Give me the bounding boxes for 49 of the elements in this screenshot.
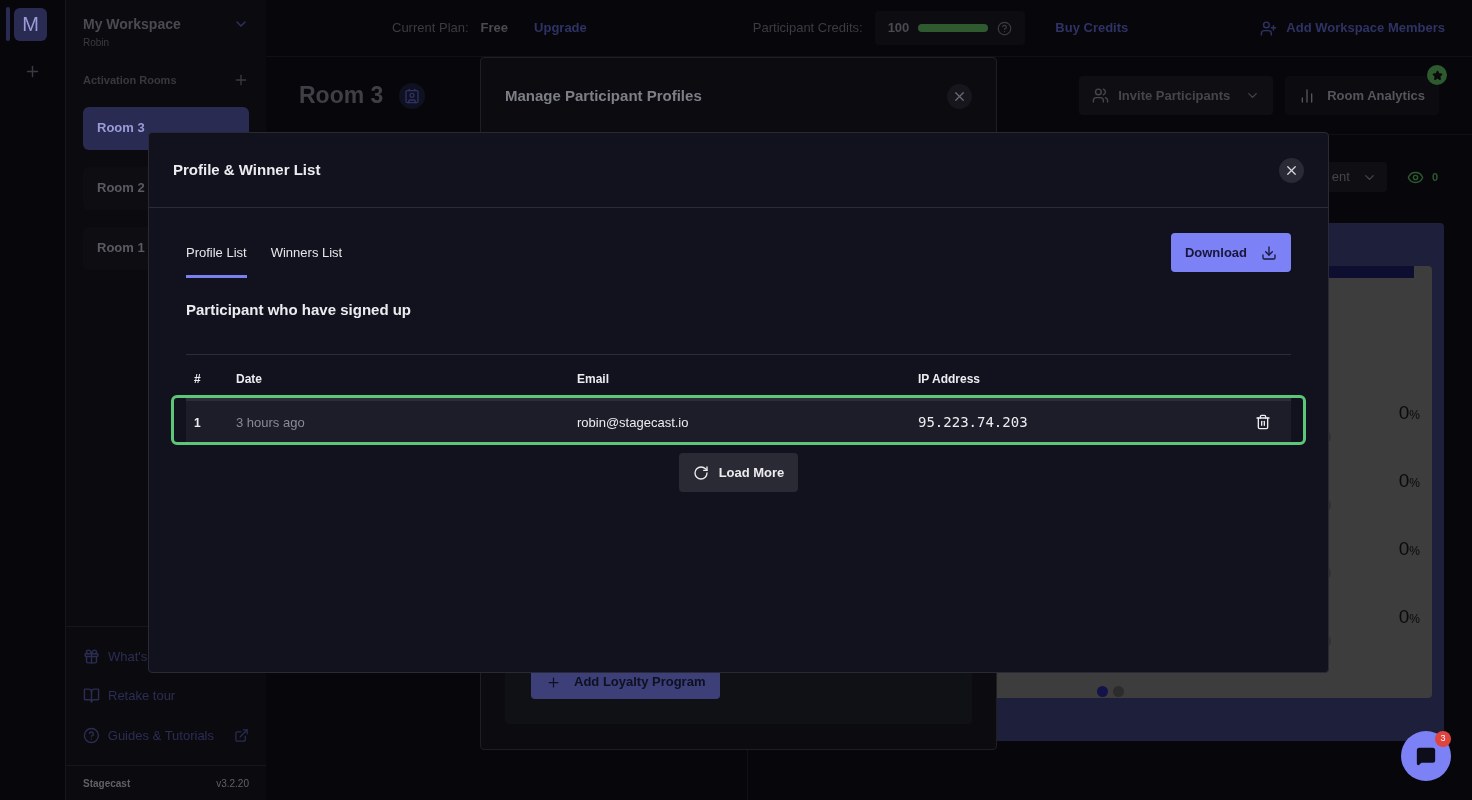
dialog-title: Manage Participant Profiles bbox=[505, 85, 702, 106]
book-icon bbox=[83, 687, 100, 705]
help-icon bbox=[83, 726, 100, 744]
table-cell: 3 hours ago bbox=[236, 414, 305, 430]
users-icon bbox=[1092, 87, 1110, 104]
close-button[interactable] bbox=[1279, 157, 1304, 183]
workspace-avatar[interactable]: M bbox=[14, 7, 47, 41]
chat-icon bbox=[1416, 746, 1436, 766]
load-more-button[interactable]: Load More bbox=[678, 453, 799, 492]
add-user-icon bbox=[1260, 19, 1278, 37]
chat-button[interactable]: 3 bbox=[1401, 731, 1451, 781]
contact-card-icon bbox=[404, 87, 421, 104]
download-button[interactable]: Download bbox=[1170, 233, 1291, 272]
notification-badge: 3 bbox=[1435, 731, 1451, 747]
refresh-icon bbox=[692, 464, 709, 481]
version-label: v3.2.20 bbox=[216, 776, 249, 791]
room-title: Room 3 bbox=[299, 81, 384, 111]
tab[interactable]: Profile List bbox=[186, 233, 247, 278]
invite-button[interactable]: Invite Participants bbox=[1079, 76, 1274, 115]
column-header: Date bbox=[236, 372, 262, 386]
table-cell: 1 bbox=[194, 415, 201, 430]
download-icon bbox=[1261, 244, 1277, 261]
column-header: IP Address bbox=[918, 372, 981, 386]
table-row[interactable]: 1 3 hours ago robin@stagecast.io 95.223.74.203 bbox=[171, 395, 1306, 445]
plan-name: Free bbox=[480, 19, 509, 38]
add-members-link[interactable]: Add Workspace Members bbox=[1286, 18, 1445, 38]
upgrade-link[interactable]: Upgrade bbox=[534, 18, 587, 38]
help-icon[interactable] bbox=[997, 20, 1013, 36]
column-header: # bbox=[194, 372, 201, 386]
table-cell: 95.223.74.203 bbox=[918, 413, 1028, 430]
buy-credits-link[interactable]: Buy Credits bbox=[1055, 18, 1129, 38]
analytics-button[interactable]: Room Analytics bbox=[1285, 76, 1439, 115]
brand-name: Stagecast bbox=[83, 776, 131, 791]
column-header: Email bbox=[577, 372, 609, 386]
workspace-name[interactable]: My Workspace bbox=[83, 14, 181, 35]
plus-icon bbox=[546, 674, 561, 690]
profiles-button[interactable] bbox=[399, 82, 426, 109]
delete-icon[interactable] bbox=[1255, 413, 1271, 430]
viewer-count: 0 bbox=[1431, 169, 1438, 185]
dialog-title: Profile & Winner List bbox=[173, 159, 321, 180]
sidebar-link[interactable]: What's bbox=[108, 646, 148, 666]
tab[interactable]: Winners List bbox=[270, 233, 343, 278]
sidebar-link[interactable]: Guides & Tutorials bbox=[107, 725, 214, 745]
section-heading: Participant who have signed up bbox=[186, 301, 412, 318]
table-cell: robin@stagecast.io bbox=[577, 414, 689, 430]
sidebar-link[interactable]: Retake tour bbox=[108, 686, 176, 706]
add-icon[interactable] bbox=[24, 63, 41, 80]
gift-icon bbox=[83, 647, 100, 665]
credits-count: 100 bbox=[887, 19, 910, 38]
